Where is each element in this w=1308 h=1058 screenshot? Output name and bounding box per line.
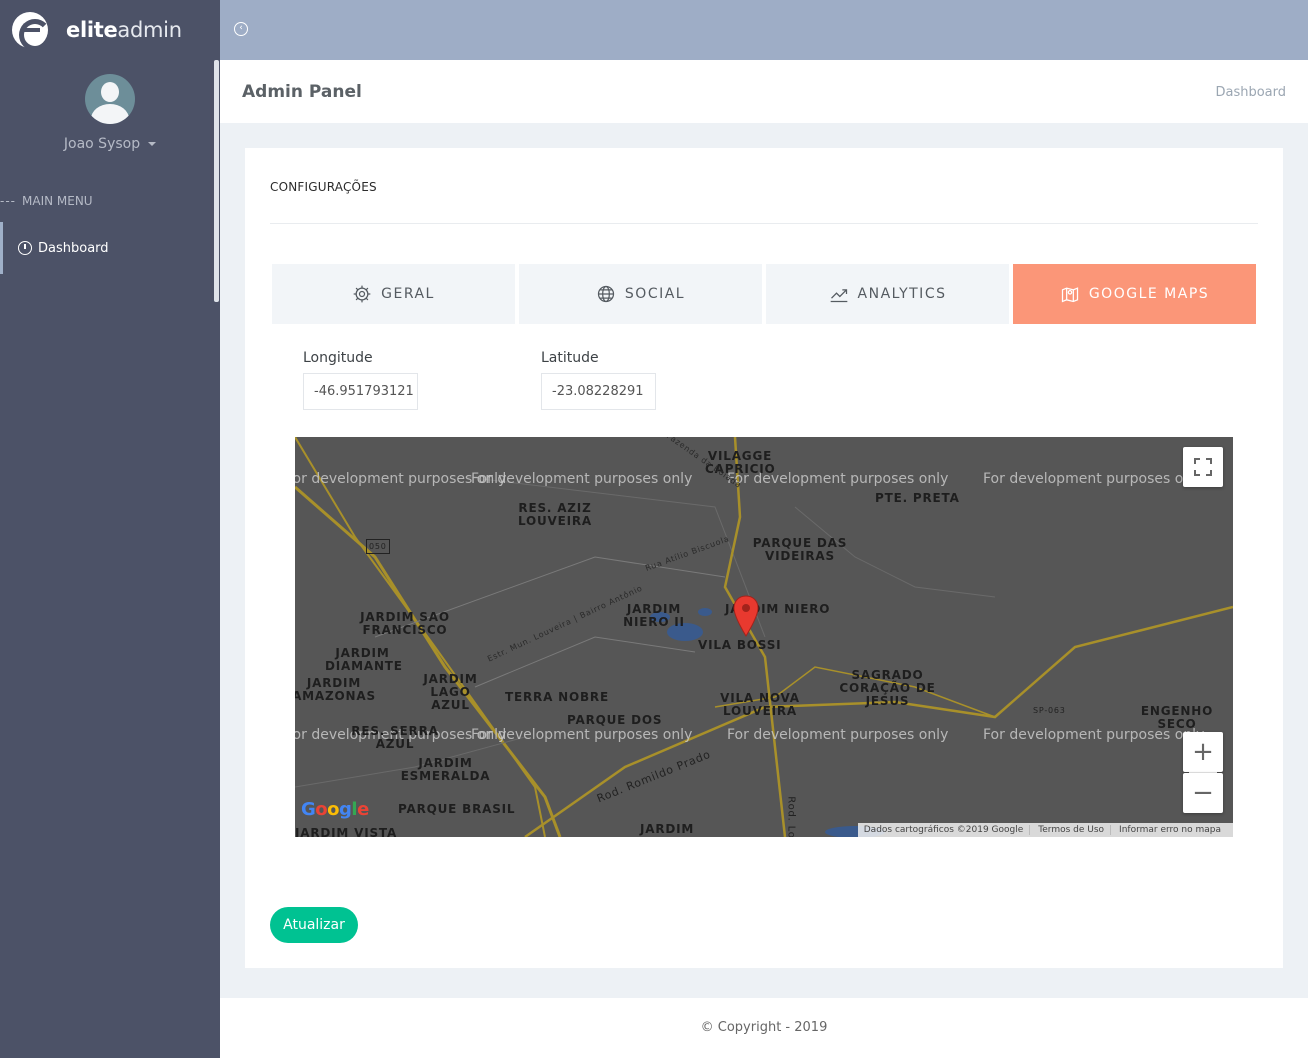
tab-social[interactable]: SOCIAL [519, 264, 762, 324]
divider [270, 223, 1258, 224]
menu-heading: --- MAIN MENU [0, 194, 93, 208]
sidebar-scrollbar[interactable] [214, 60, 219, 302]
elite-logo-icon [12, 12, 51, 51]
tab-analytics[interactable]: ANALYTICS [766, 264, 1009, 324]
footer: © Copyright - 2019 [220, 998, 1308, 1058]
map-place-label: JARDIM ESMERALDA [400, 756, 491, 783]
latitude-field: Latitude -23.08228291 [541, 350, 656, 410]
zoom-in-button[interactable]: + [1183, 732, 1223, 772]
settings-card: CONFIGURAÇÕES GERAL SOCIAL ANALYTICS GOO… [245, 148, 1283, 968]
map-place-label: VILA BOSSI [698, 638, 782, 652]
map-road-label: SP-063 [1033, 706, 1066, 715]
tab-label: GOOGLE MAPS [1088, 286, 1210, 302]
longitude-field: Longitude -46.951793121 [303, 350, 418, 410]
gear-icon [353, 285, 371, 303]
map-watermark: For development purposes only [471, 471, 693, 487]
map-road-label: 050 [366, 539, 390, 554]
expand-icon [1194, 458, 1212, 476]
map-marker-icon[interactable] [733, 595, 759, 637]
map-place-label: JARDIM LAGO AZUL [423, 672, 478, 712]
map-place-label: PTE. PRETA [875, 491, 960, 505]
map-place-label: PARQUE BRASIL [398, 802, 516, 816]
latitude-input[interactable]: -23.08228291 [541, 373, 656, 410]
clock-icon [18, 241, 32, 255]
update-button[interactable]: Atualizar [270, 907, 358, 943]
tab-google-maps[interactable]: GOOGLE MAPS [1013, 264, 1256, 324]
map-place-label: JARDIM NIERO II [623, 602, 685, 629]
map-place-label: PARQUE DAS VIDEIRAS [752, 536, 848, 563]
sidebar: eliteadmin Joao Sysop --- MAIN MENU Dash… [0, 0, 220, 1058]
google-logo[interactable]: Google [301, 799, 369, 820]
map-place-label: ENGENHO SECO [1140, 704, 1214, 731]
page-titlebar: Admin Panel Dashboard [220, 60, 1308, 123]
avatar[interactable] [85, 74, 135, 124]
map-place-label: VILA NOVA LOUVEIRA [720, 691, 800, 718]
map-icon [1061, 287, 1078, 303]
caret-down-icon [148, 142, 157, 146]
fullscreen-icon[interactable] [1183, 447, 1223, 487]
heading-dash: --- [0, 194, 16, 208]
tab-label: ANALYTICS [857, 286, 947, 302]
brand-name: eliteadmin [66, 18, 182, 42]
map-data-credit: Dados cartográficos ©2019 Google [864, 825, 1031, 835]
zoom-out-button[interactable]: − [1183, 773, 1223, 813]
longitude-label: Longitude [303, 350, 373, 366]
user-name: Joao Sysop [63, 136, 141, 152]
user-profile: Joao Sysop [0, 74, 220, 152]
sidebar-item-label: Dashboard [38, 240, 109, 256]
map-place-label: JARDIM VISTA [295, 826, 398, 838]
sidebar-item-dashboard[interactable]: Dashboard [0, 222, 214, 274]
breadcrumb[interactable]: Dashboard [1215, 85, 1286, 100]
card-title: CONFIGURAÇÕES [270, 180, 377, 194]
map-place-label: RES. SERRA AZUL [351, 724, 439, 751]
longitude-input[interactable]: -46.951793121 [303, 373, 418, 410]
map-place-label: JARDIM [640, 822, 695, 836]
settings-tabs: GERAL SOCIAL ANALYTICS GOOGLE MAPS [272, 264, 1256, 324]
map-place-label: JARDIM DIAMANTE [325, 646, 403, 673]
map-attribution: Dados cartográficos ©2019 Google Termos … [857, 823, 1233, 837]
map-place-label: JARDIM AMAZONAS [295, 676, 376, 703]
map-place-label: SAGRADO CORAÇÃO DE JESUS [839, 668, 936, 708]
map-place-label: TERRA NOBRE [505, 690, 609, 704]
map-place-label: PARQUE DOS [567, 713, 663, 727]
tab-label: SOCIAL [624, 286, 686, 302]
map-place-label: JARDIM SAO FRANCISCO [360, 610, 450, 637]
map-place-label: RES. AZIZ LOUVEIRA [517, 501, 593, 528]
topbar: ‹ [220, 0, 1308, 60]
terms-link[interactable]: Termos de Uso [1038, 825, 1112, 835]
map-road-label: Rod. Lo [785, 796, 797, 837]
map-watermark: For development purposes only [983, 471, 1205, 487]
brand[interactable]: eliteadmin [0, 0, 220, 60]
globe-icon [597, 285, 615, 303]
heading-label: MAIN MENU [22, 194, 93, 208]
tab-label: GERAL [381, 286, 435, 302]
google-map[interactable]: For development purposes only For develo… [295, 437, 1233, 837]
user-menu-toggle[interactable]: Joao Sysop [63, 136, 157, 152]
tab-geral[interactable]: GERAL [272, 264, 515, 324]
page-title: Admin Panel [242, 82, 362, 102]
latitude-label: Latitude [541, 350, 599, 366]
sidebar-toggle-icon[interactable]: ‹ [234, 22, 248, 36]
map-watermark: For development purposes only [471, 727, 693, 743]
report-error-link[interactable]: Informar erro no mapa [1119, 825, 1227, 835]
map-watermark: For development purposes only [727, 727, 949, 743]
chart-icon [830, 289, 847, 303]
